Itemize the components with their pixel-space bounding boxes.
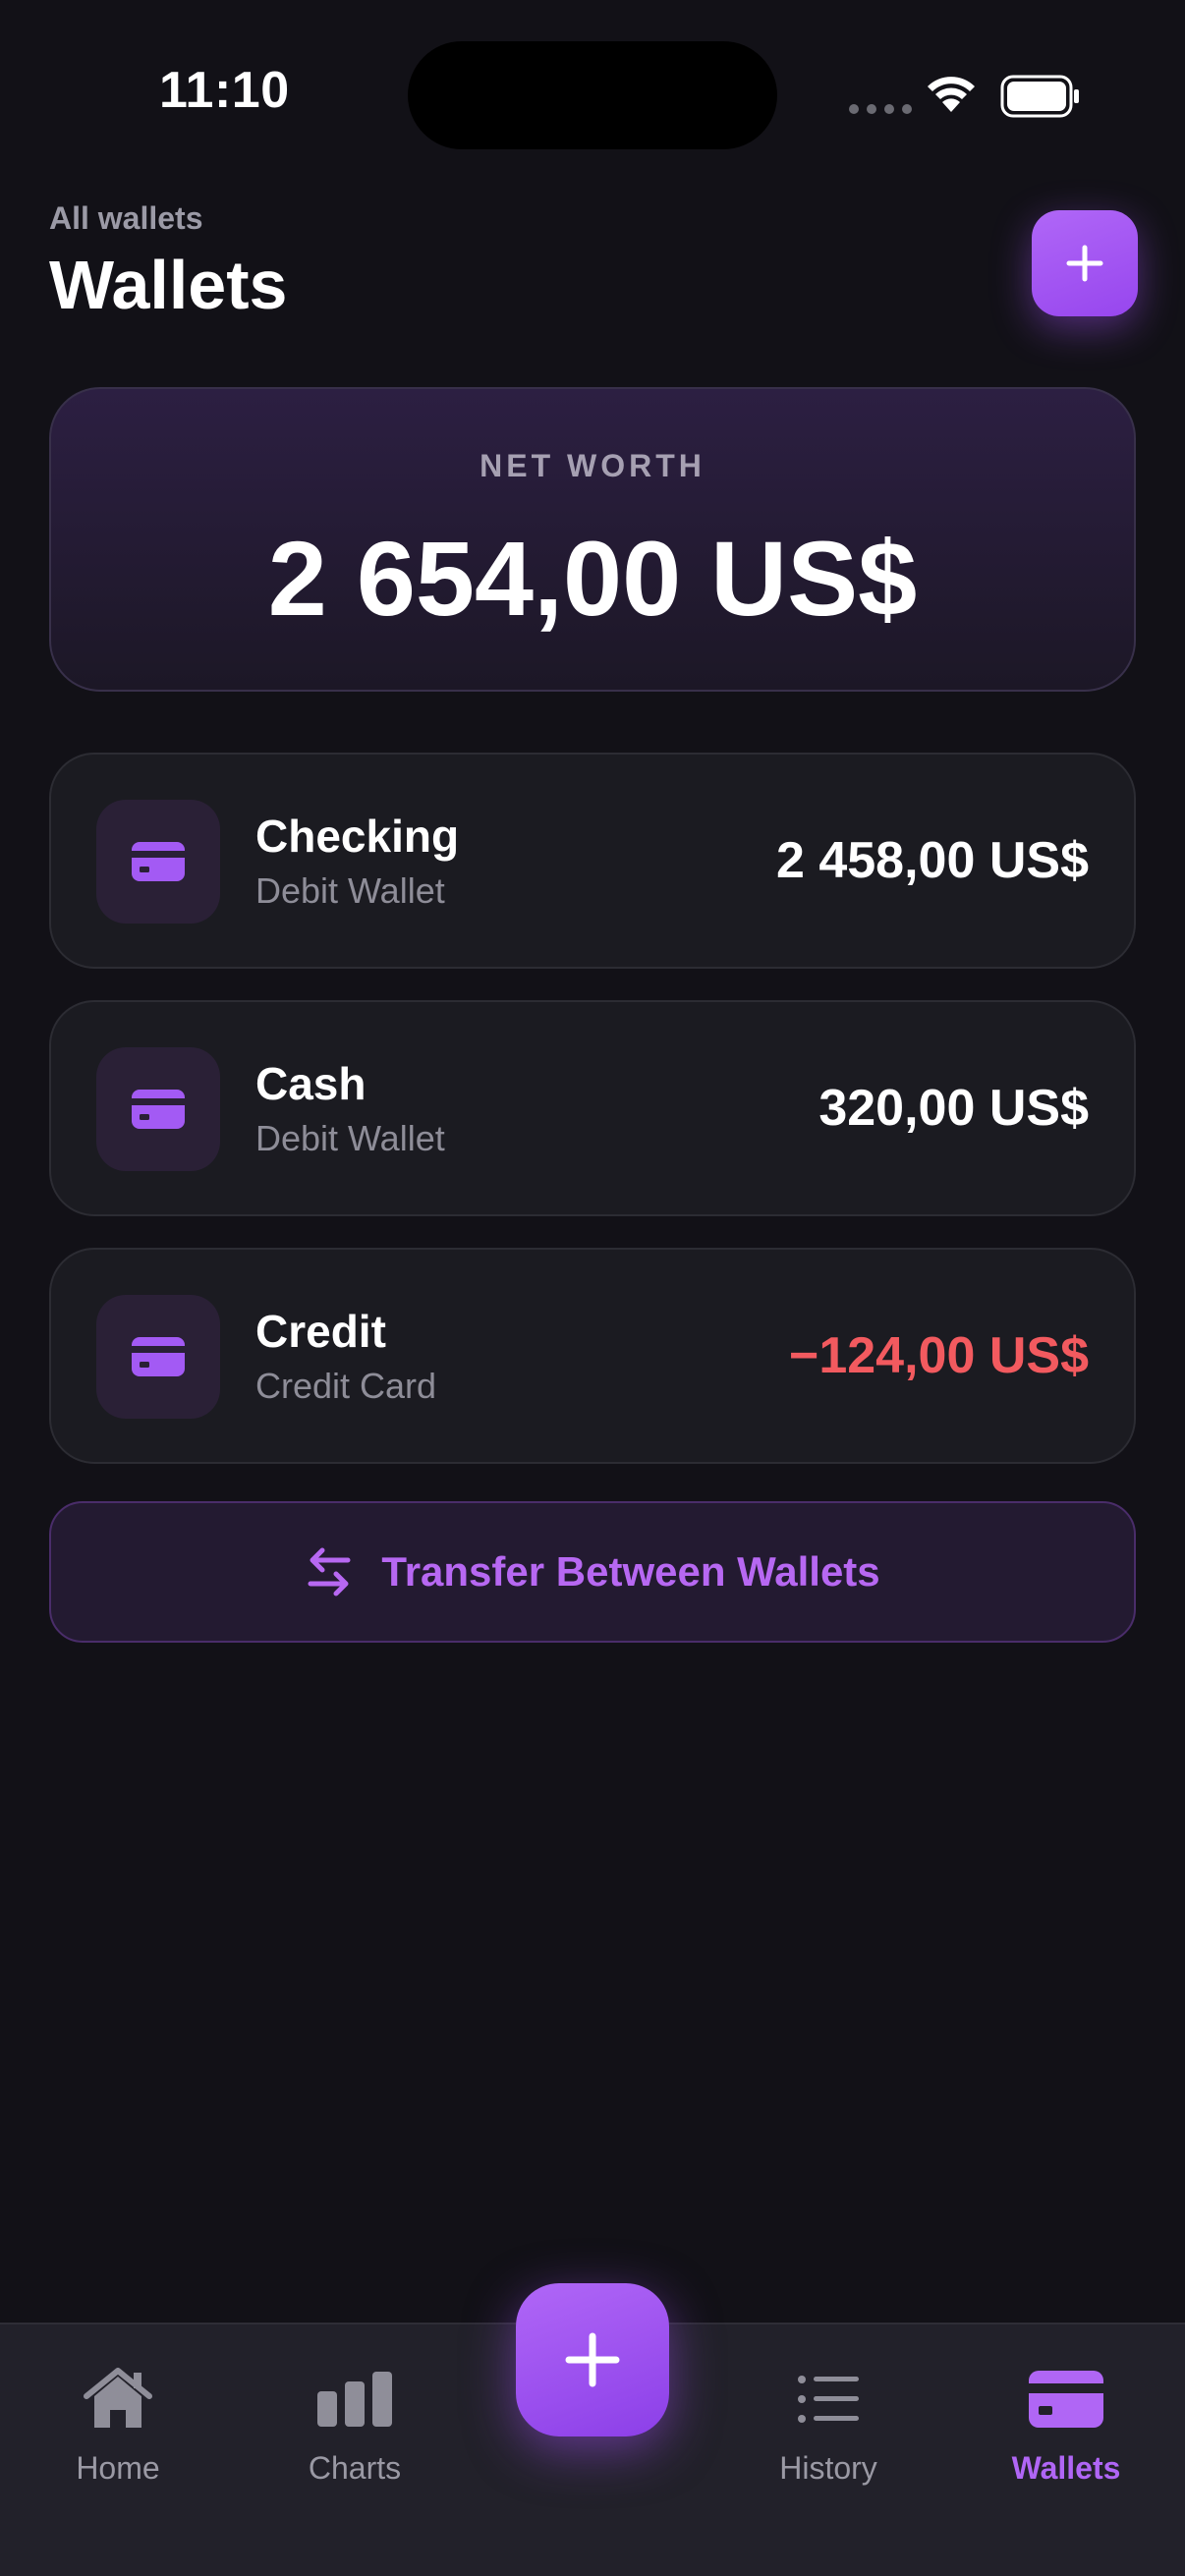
list-icon: [798, 2376, 859, 2423]
wallet-balance: 2 458,00 US$: [775, 832, 1089, 889]
net-worth-card: NET WORTH 2 654,00 US$: [49, 387, 1136, 692]
plus-icon: [1066, 245, 1103, 282]
transfer-label: Transfer Between Wallets: [381, 1548, 880, 1595]
status-time: 11:10: [159, 62, 290, 119]
header-eyebrow: All wallets: [49, 200, 203, 236]
plus-icon: [565, 2332, 620, 2387]
tab-history[interactable]: History: [730, 2360, 927, 2487]
wallets-screen: 11:10 All wallets Wallets NET WORTH 2 65…: [0, 0, 1185, 2576]
tab-home[interactable]: Home: [20, 2360, 216, 2487]
cellular-signal-icon: [849, 104, 912, 114]
tab-wallets[interactable]: Wallets: [968, 2360, 1164, 2487]
transfer-arrows-icon: [308, 1547, 351, 1596]
wallet-name: Cash: [255, 1058, 367, 1109]
wallet-name: Credit: [255, 1306, 386, 1357]
net-worth-value: 2 654,00 US$: [267, 519, 918, 638]
page-title: Wallets: [49, 247, 288, 323]
wallet-balance: 320,00 US$: [818, 1080, 1089, 1137]
bar-chart-icon: [317, 2372, 392, 2427]
wallet-type: Credit Card: [255, 1366, 437, 1406]
battery-icon: [1000, 75, 1079, 118]
wallet-balance-negative: −124,00 US$: [788, 1327, 1089, 1384]
wallet-type: Debit Wallet: [255, 1118, 445, 1158]
wallet-card-icon: [1029, 2371, 1103, 2428]
tab-label: Wallets: [1011, 2450, 1121, 2486]
card-icon: [132, 842, 185, 881]
home-icon: [84, 2368, 152, 2428]
card-icon: [132, 1337, 185, 1376]
wallet-icon-container: [96, 1295, 220, 1419]
tab-label: Home: [76, 2450, 160, 2486]
transfer-between-wallets-button[interactable]: Transfer Between Wallets: [49, 1501, 1136, 1643]
wallet-type: Debit Wallet: [255, 870, 445, 911]
add-wallet-button[interactable]: [1032, 210, 1138, 316]
tab-label: History: [779, 2450, 877, 2486]
tab-charts[interactable]: Charts: [256, 2360, 453, 2487]
tab-label: Charts: [308, 2450, 402, 2486]
wallet-icon-container: [96, 1047, 220, 1171]
wallet-card-credit[interactable]: Credit Credit Card −124,00 US$: [49, 1248, 1136, 1464]
wifi-icon: [928, 77, 975, 112]
dynamic-island: [408, 41, 777, 149]
card-icon: [132, 1090, 185, 1129]
wallet-card-cash[interactable]: Cash Debit Wallet 320,00 US$: [49, 1000, 1136, 1216]
net-worth-label: NET WORTH: [480, 448, 705, 483]
wallet-card-checking[interactable]: Checking Debit Wallet 2 458,00 US$: [49, 753, 1136, 969]
wallet-icon-container: [96, 800, 220, 924]
add-transaction-button[interactable]: [516, 2283, 669, 2436]
wallet-name: Checking: [255, 811, 460, 862]
